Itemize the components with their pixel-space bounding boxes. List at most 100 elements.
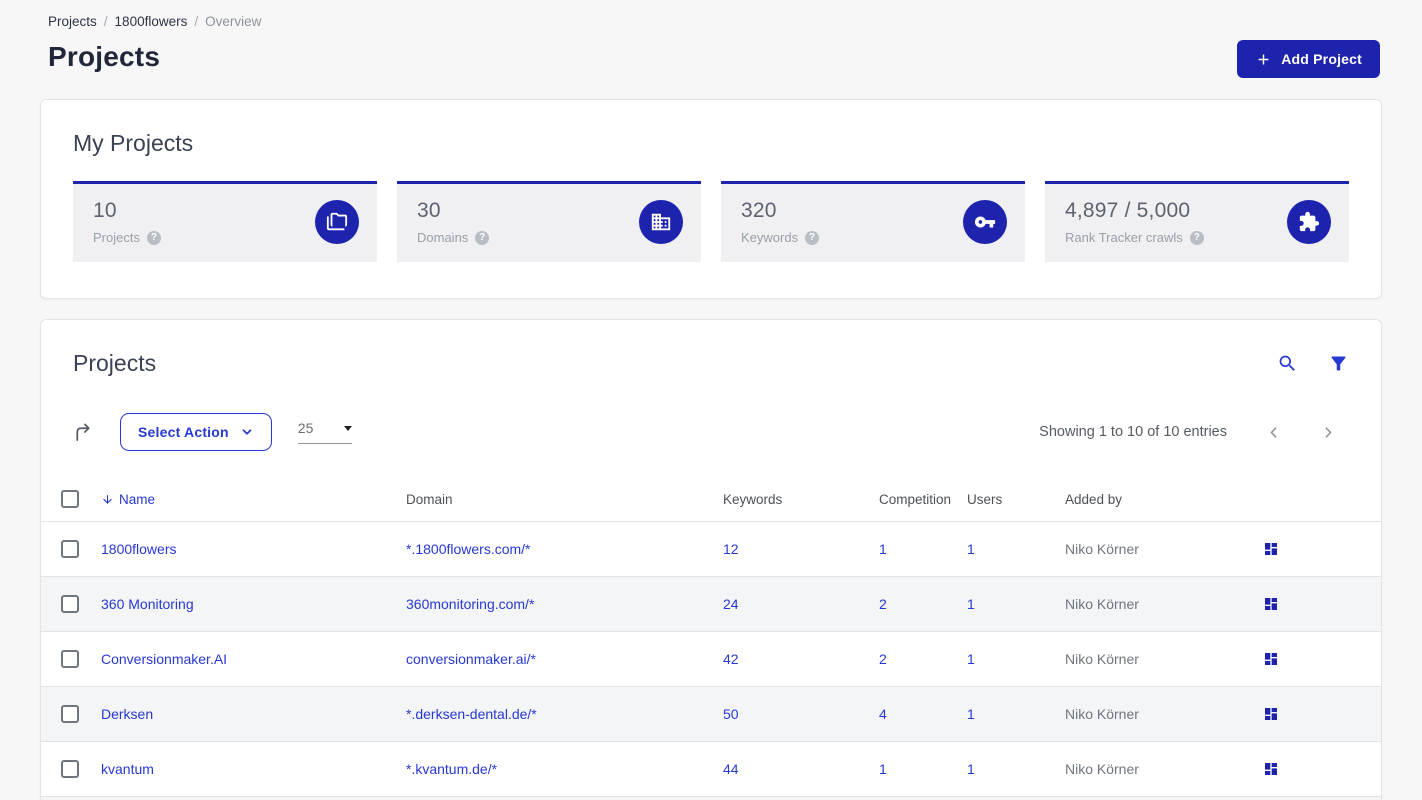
keywords-count[interactable]: 12: [723, 541, 739, 557]
dashboard-icon[interactable]: [1263, 706, 1279, 722]
search-icon[interactable]: [1277, 353, 1298, 374]
keywords-count[interactable]: 24: [723, 596, 739, 612]
select-all-checkbox[interactable]: [61, 490, 79, 508]
column-header-name[interactable]: Name: [101, 492, 406, 507]
competition-count[interactable]: 1: [879, 761, 887, 777]
users-count[interactable]: 1: [967, 706, 975, 722]
keywords-count[interactable]: 42: [723, 651, 739, 667]
project-name-link[interactable]: 360 Monitoring: [101, 596, 194, 612]
table-row: Derksen *.derksen-dental.de/* 50 4 1 Nik…: [41, 687, 1381, 742]
add-project-button[interactable]: Add Project: [1237, 40, 1380, 78]
pagination: [1239, 424, 1349, 441]
project-name-link[interactable]: kvantum: [101, 761, 154, 777]
project-domain-link[interactable]: *.derksen-dental.de/*: [406, 706, 537, 722]
table-header-row: Name Domain Keywords Competition Users A…: [41, 477, 1381, 522]
stat-card-rank-tracker-crawls[interactable]: 4,897 / 5,000 Rank Tracker crawls ?: [1045, 181, 1349, 262]
dashboard-icon[interactable]: [1263, 761, 1279, 777]
help-icon[interactable]: ?: [805, 230, 820, 245]
building-icon: [639, 200, 683, 244]
competition-count[interactable]: 2: [879, 596, 887, 612]
folders-icon: [315, 200, 359, 244]
row-checkbox[interactable]: [61, 705, 79, 723]
dashboard-icon[interactable]: [1263, 596, 1279, 612]
table-controls: Select Action 25 Showing 1 to 10 of 10 e…: [73, 413, 1349, 451]
project-domain-link[interactable]: *.kvantum.de/*: [406, 761, 497, 777]
table-row: 1800flowers *.1800flowers.com/* 12 1 1 N…: [41, 522, 1381, 577]
stat-label: Keywords: [741, 230, 799, 245]
stat-label: Domains: [417, 230, 469, 245]
dashboard-icon[interactable]: [1263, 651, 1279, 667]
help-icon[interactable]: ?: [475, 230, 490, 245]
competition-count[interactable]: 2: [879, 651, 887, 667]
table-row: kvantum *.kvantum.de/* 44 1 1 Niko Körne…: [41, 742, 1381, 797]
project-domain-link[interactable]: 360monitoring.com/*: [406, 596, 534, 612]
table-row: 360 Monitoring 360monitoring.com/* 24 2 …: [41, 577, 1381, 632]
sort-down-icon: [101, 493, 114, 506]
stat-card-keywords[interactable]: 320 Keywords ?: [721, 181, 1025, 262]
project-name-link[interactable]: Derksen: [101, 706, 153, 722]
stat-card-domains[interactable]: 30 Domains ?: [397, 181, 701, 262]
chevron-down-icon: [240, 425, 254, 439]
page-title: Projects: [48, 41, 161, 72]
key-icon: [963, 200, 1007, 244]
users-count[interactable]: 1: [967, 761, 975, 777]
column-header-domain[interactable]: Domain: [406, 492, 723, 507]
added-by: Niko Körner: [1065, 541, 1139, 557]
caret-down-icon: [343, 425, 352, 431]
next-page-icon[interactable]: [1308, 424, 1349, 441]
page-size-select[interactable]: 25: [297, 420, 352, 444]
added-by: Niko Körner: [1065, 596, 1139, 612]
breadcrumb-projects[interactable]: Projects: [48, 14, 97, 29]
column-header-added-by[interactable]: Added by: [1065, 492, 1263, 507]
project-domain-link[interactable]: conversionmaker.ai/*: [406, 651, 536, 667]
puzzle-icon: [1287, 200, 1331, 244]
entries-summary: Showing 1 to 10 of 10 entries: [1039, 424, 1227, 440]
row-checkbox[interactable]: [61, 650, 79, 668]
projects-table: Name Domain Keywords Competition Users A…: [41, 477, 1381, 800]
column-header-keywords[interactable]: Keywords: [723, 492, 879, 507]
plus-icon: [1255, 51, 1272, 68]
users-count[interactable]: 1: [967, 596, 975, 612]
select-action-label: Select Action: [138, 424, 229, 440]
stat-value: 30: [417, 199, 441, 222]
row-checkbox[interactable]: [61, 540, 79, 558]
breadcrumb: Projects / 1800flowers / Overview: [48, 14, 1374, 29]
help-icon[interactable]: ?: [1189, 230, 1204, 245]
stat-value: 4,897 / 5,000: [1065, 199, 1191, 222]
previous-page-icon[interactable]: [1253, 424, 1294, 441]
export-arrow-icon[interactable]: [73, 422, 94, 443]
stat-label: Rank Tracker crawls: [1065, 230, 1183, 245]
my-projects-card: My Projects 10 Projects ? 30 Domains ? 3…: [40, 99, 1382, 299]
stat-value: 320: [741, 199, 777, 222]
projects-panel-title: Projects: [73, 350, 157, 376]
add-project-label: Add Project: [1281, 51, 1362, 67]
column-header-users[interactable]: Users: [967, 492, 1065, 507]
project-name-link[interactable]: 1800flowers: [101, 541, 177, 557]
keywords-count[interactable]: 50: [723, 706, 739, 722]
dashboard-icon[interactable]: [1263, 541, 1279, 557]
breadcrumb-overview: Overview: [205, 14, 262, 29]
breadcrumb-separator: /: [194, 14, 199, 29]
users-count[interactable]: 1: [967, 541, 975, 557]
added-by: Niko Körner: [1065, 706, 1139, 722]
row-checkbox[interactable]: [61, 760, 79, 778]
users-count[interactable]: 1: [967, 651, 975, 667]
added-by: Niko Körner: [1065, 651, 1139, 667]
competition-count[interactable]: 1: [879, 541, 887, 557]
filter-icon[interactable]: [1328, 353, 1349, 374]
stat-card-projects[interactable]: 10 Projects ?: [73, 181, 377, 262]
table-row: Conversionmaker.AI conversionmaker.ai/* …: [41, 632, 1381, 687]
competition-count[interactable]: 4: [879, 706, 887, 722]
row-checkbox[interactable]: [61, 595, 79, 613]
breadcrumb-1800flowers[interactable]: 1800flowers: [115, 14, 188, 29]
breadcrumb-separator: /: [103, 14, 108, 29]
project-name-link[interactable]: Conversionmaker.AI: [101, 651, 227, 667]
keywords-count[interactable]: 44: [723, 761, 739, 777]
help-icon[interactable]: ?: [146, 230, 161, 245]
stat-value: 10: [93, 199, 117, 222]
select-action-dropdown[interactable]: Select Action: [120, 413, 272, 451]
column-header-competition[interactable]: Competition: [879, 492, 967, 507]
page-header: Projects / 1800flowers / Overview Projec…: [0, 0, 1422, 73]
added-by: Niko Körner: [1065, 761, 1139, 777]
project-domain-link[interactable]: *.1800flowers.com/*: [406, 541, 531, 557]
